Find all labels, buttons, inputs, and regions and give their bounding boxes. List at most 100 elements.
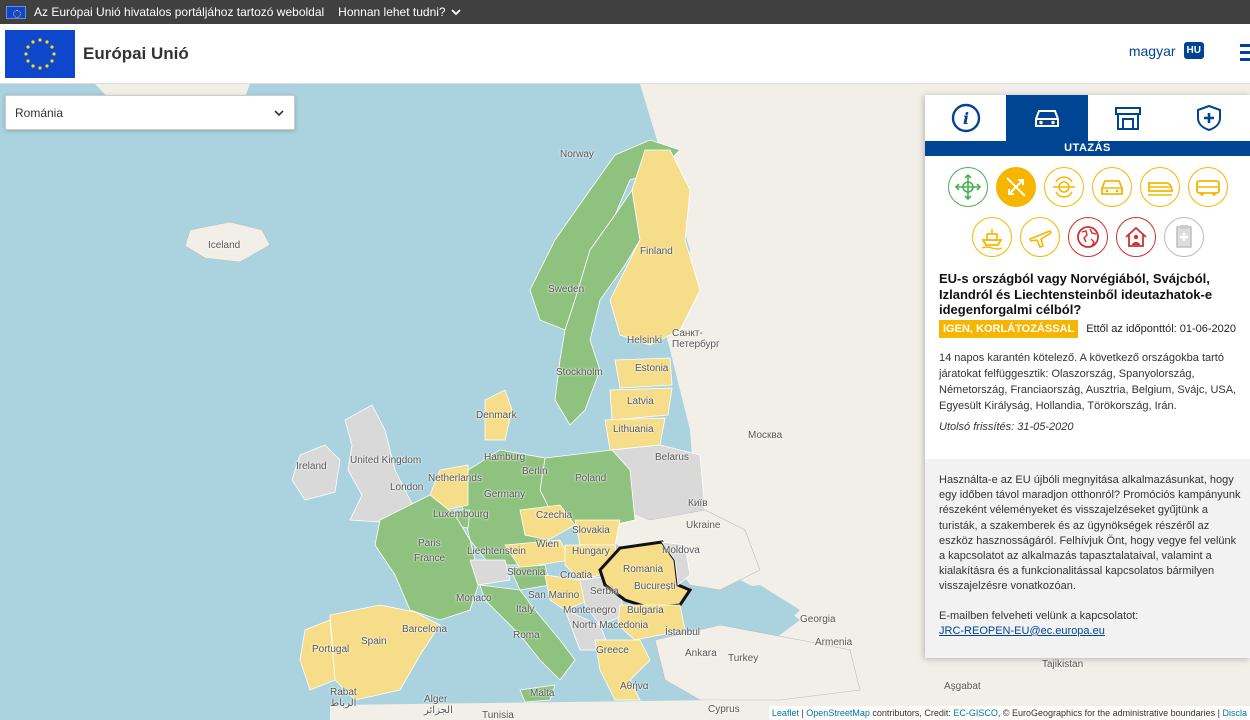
chevron-down-icon: [450, 8, 461, 15]
map-label: Romania: [623, 564, 664, 575]
country-select[interactable]: Románia: [5, 95, 295, 130]
travel-category-icons: [925, 156, 1250, 257]
map-label: Netherlands: [428, 473, 482, 484]
map-label: Rabat الرباط: [330, 687, 357, 709]
contact-email-link[interactable]: JRC-REOPEN-EU@ec.europa.eu: [939, 625, 1105, 637]
map-label: București: [634, 581, 676, 592]
map-label: San Marino: [528, 590, 580, 601]
map-label: Monaco: [456, 593, 492, 604]
language-label: magyar: [1128, 42, 1176, 59]
borders-open-icon[interactable]: [947, 167, 988, 207]
map-label: Berlin: [522, 466, 548, 477]
map-label: Belarus: [655, 452, 689, 463]
map-label: Helsinki: [627, 335, 663, 346]
map-label: London: [390, 482, 424, 493]
map-label: Wien: [536, 539, 559, 550]
transit-icon[interactable]: [1043, 167, 1084, 207]
gisco-link[interactable]: EC-GISCO: [953, 708, 998, 718]
panel-tabs: i: [925, 95, 1250, 141]
map-label: Bulgaria: [627, 605, 664, 616]
osm-link[interactable]: OpenStreetMap: [806, 708, 870, 718]
map-label: United Kingdom: [350, 455, 422, 466]
attribution-credit: contributors, Credit:: [869, 708, 954, 718]
plane-icon[interactable]: [1019, 217, 1060, 257]
status-badge: IGEN, KORLÁTOZÁSSAL: [939, 319, 1079, 338]
map-label: Italy: [516, 604, 535, 615]
last-updated: Utolsó frissítés: 31-05-2020: [939, 420, 1074, 433]
map-label: Barcelona: [402, 624, 448, 635]
map-label: Київ: [688, 498, 708, 509]
map-label: Lithuania: [613, 424, 654, 435]
info-icon: i: [951, 103, 980, 133]
map-label: Cyprus: [708, 704, 740, 715]
map-label: Ireland: [296, 461, 327, 472]
tab-info[interactable]: i: [925, 95, 1007, 141]
ship-icon[interactable]: [971, 217, 1012, 257]
car-icon: [1034, 110, 1059, 127]
leaflet-link[interactable]: Leaflet: [772, 708, 799, 718]
map-label: Liechtenstein: [467, 546, 526, 557]
map-label: Hamburg: [484, 452, 526, 463]
official-site-text: Az Európai Unió hivatalos portáljához ta…: [34, 5, 325, 19]
map-label: Moldova: [662, 545, 700, 556]
travel-restricted-icon[interactable]: [995, 167, 1036, 207]
map-label: Armenia: [815, 637, 853, 648]
map-label: Malta: [530, 688, 555, 699]
language-selector[interactable]: magyar HU: [1129, 42, 1204, 59]
globe-icon[interactable]: [1067, 217, 1108, 257]
map-label: Georgia: [800, 614, 836, 625]
medical-document-icon[interactable]: [1163, 217, 1204, 257]
how-to-know-label: Honnan lehet tudni?: [338, 5, 446, 19]
country-select-value: Románia: [15, 105, 64, 120]
map-label: Stockholm: [556, 367, 603, 378]
language-code-badge: HU: [1183, 42, 1204, 59]
map-label: Αθήνα: [620, 681, 649, 692]
travel-status: IGEN, KORLÁTOZÁSSAL Ettől az időponttól:…: [939, 319, 1250, 338]
feedback-box: Használta-e az EU újbóli megnyitása alka…: [925, 459, 1250, 658]
health-shield-icon: [1197, 104, 1222, 132]
bus-icon[interactable]: [1187, 167, 1228, 207]
map-label: Roma: [513, 630, 540, 641]
map-label: Greece: [596, 645, 629, 656]
map-label: Tunisia: [482, 710, 514, 720]
eu-logo[interactable]: [5, 29, 75, 78]
train-icon[interactable]: [1139, 167, 1180, 207]
eu-stars-icon: [24, 37, 56, 70]
tab-shop[interactable]: [1087, 95, 1169, 141]
eu-flag-icon: [6, 5, 26, 19]
disclaimer-link[interactable]: Discla: [1222, 708, 1247, 718]
map-label: Aşgabat: [944, 681, 981, 692]
map-label: Portugal: [312, 644, 350, 655]
info-panel: i UTAZÁS EU-s országból vagy Norvégiából…: [925, 95, 1250, 658]
map-label: Norway: [560, 149, 594, 160]
chevron-down-icon: [274, 110, 284, 117]
shop-icon: [1115, 107, 1142, 130]
map-label: Slovenia: [507, 567, 546, 578]
map-label: Latvia: [627, 396, 654, 407]
contact-text: E-mailben felveheti velünk a kapcsolatot…: [939, 609, 1139, 622]
map-attribution: Leaflet | OpenStreetMap contributors, Cr…: [768, 706, 1250, 720]
status-date: Ettől az időponttól: 01-06-2020: [1086, 322, 1237, 335]
official-site-bar: Az Európai Unió hivatalos portáljához ta…: [0, 0, 1250, 24]
car-travel-icon[interactable]: [1091, 167, 1132, 207]
feedback-text: Használta-e az EU újbóli megnyitása alka…: [939, 474, 1241, 593]
menu-icon[interactable]: [1240, 44, 1250, 62]
map-label: North Macedonia: [572, 620, 649, 631]
site-title: Európai Unió: [83, 43, 189, 63]
how-to-know-button[interactable]: Honnan lehet tudni?: [338, 5, 461, 19]
map-label: Croatia: [560, 570, 593, 581]
map-label: Montenegro: [563, 605, 617, 616]
map-label: Finland: [640, 246, 673, 257]
map-label: Serbia: [590, 586, 619, 597]
travel-question: EU-s országból vagy Norvégiából, Svájcbó…: [939, 271, 1213, 317]
map-label: Alger الجزائر: [424, 694, 453, 716]
map-label: Hungary: [572, 546, 610, 557]
tab-health[interactable]: [1168, 95, 1250, 141]
map-label: Санкт- Петербург: [672, 328, 720, 350]
stay-home-icon[interactable]: [1115, 217, 1156, 257]
map-label: Sweden: [548, 284, 585, 295]
tab-travel[interactable]: [1006, 95, 1088, 141]
map-label: Estonia: [635, 363, 669, 374]
map-label: Москва: [748, 430, 783, 441]
site-header: Európai Unió magyar HU: [0, 24, 1250, 84]
